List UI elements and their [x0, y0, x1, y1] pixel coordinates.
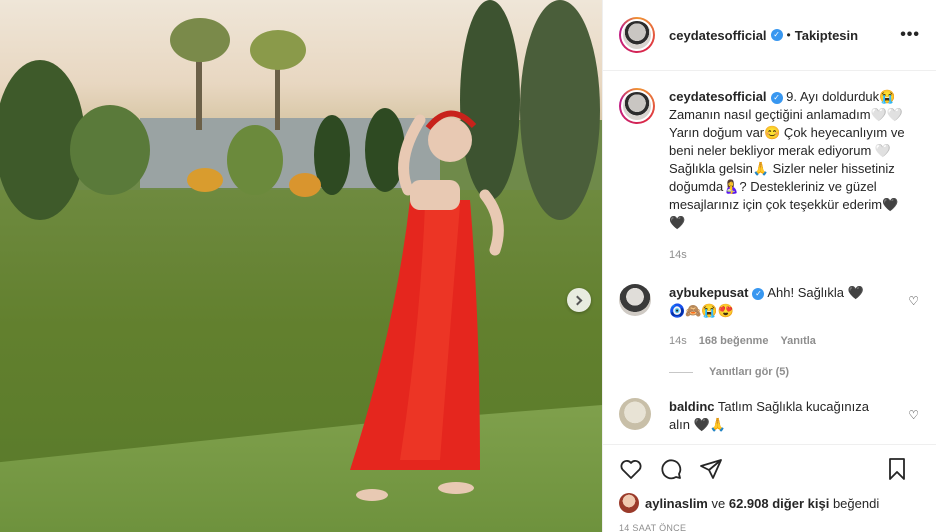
likes-count[interactable]: 62.908 diğer kişi [729, 496, 829, 511]
view-replies-label: Yanıtları gör (5) [709, 366, 790, 378]
caption-text-block: ceydatesofficial ✓ 9. Ayı doldurduk😭 Zama… [669, 88, 909, 264]
action-icons [619, 445, 921, 493]
comment-meta: 14s 168 beğenme Yanıtla [669, 332, 889, 350]
more-options-icon[interactable]: ••• [900, 26, 920, 44]
comment-bubble-icon[interactable] [659, 457, 683, 481]
likes-suffix: beğendi [832, 495, 880, 511]
liker-avatar[interactable] [619, 493, 639, 513]
comment-body: baldinc Tatlım Sağlıkla kucağınıza alın … [669, 398, 889, 434]
like-heart-icon[interactable] [619, 457, 643, 481]
post-photo[interactable] [0, 0, 602, 532]
caption-username[interactable]: ceydatesofficial [669, 89, 767, 104]
post-actions: aylinaslim ve 62.908 diğer kişi beğendi … [603, 444, 936, 532]
post-sidebar: ceydatesofficial ✓ • Takiptesin ••• ceyd… [602, 0, 936, 532]
reply-button[interactable]: Yanıtla [780, 332, 815, 350]
caption-avatar[interactable] [619, 88, 655, 124]
comment-text: Ahh! Sağlıkla 🖤 [767, 285, 864, 300]
chevron-right-icon [572, 295, 583, 305]
share-send-icon[interactable] [699, 457, 723, 481]
commenter-avatar[interactable] [619, 284, 651, 316]
caption-text: 9. Ayı doldurduk😭 Zamanın nasıl geçtiğin… [669, 89, 905, 230]
view-replies-button[interactable]: Yanıtları gör (5) [669, 366, 921, 378]
post-timestamp[interactable]: 14 SAAT ÖNCE [619, 523, 921, 532]
comments-list[interactable]: ceydatesofficial ✓ 9. Ayı doldurduk😭 Zama… [603, 72, 936, 444]
comment-likes[interactable]: 168 beğenme [699, 332, 769, 350]
comment-body: aybukepusat ✓ Ahh! Sağlıkla 🖤 🧿🙈😭😍 14s 16… [669, 284, 889, 350]
commenter-username[interactable]: aybukepusat [669, 285, 748, 300]
caption-time[interactable]: 14s [669, 246, 909, 264]
comment-like-heart-icon[interactable]: ♡ [908, 408, 919, 422]
comment-like-heart-icon[interactable]: ♡ [908, 294, 919, 308]
comment-text-line2: 🧿🙈😭😍 [669, 303, 734, 318]
bookmark-icon[interactable] [885, 457, 909, 481]
author-username[interactable]: ceydatesofficial [669, 28, 767, 43]
follow-status-button[interactable]: Takiptesin [795, 28, 858, 43]
next-photo-button[interactable] [567, 288, 591, 312]
verified-badge-icon: ✓ [770, 29, 783, 41]
verified-badge-icon: ✓ [770, 91, 783, 104]
comment-time[interactable]: 14s [669, 332, 687, 350]
likes-and: ve [711, 495, 726, 511]
first-liker-username[interactable]: aylinaslim [645, 496, 708, 511]
post-header: ceydatesofficial ✓ • Takiptesin ••• [603, 0, 936, 71]
comment-item: aybukepusat ✓ Ahh! Sağlıkla 🖤 🧿🙈😭😍 14s 16… [619, 284, 921, 350]
replies-divider [669, 371, 693, 373]
commenter-avatar[interactable] [619, 398, 651, 430]
caption: ceydatesofficial ✓ 9. Ayı doldurduk😭 Zama… [619, 88, 921, 264]
photo-scene [0, 0, 600, 501]
author-avatar[interactable] [619, 17, 655, 53]
likes-summary: aylinaslim ve 62.908 diğer kişi beğendi [619, 493, 921, 513]
separator-dot: • [786, 28, 791, 42]
comment-item: baldinc Tatlım Sağlıkla kucağınıza alın … [619, 398, 921, 434]
verified-badge-icon: ✓ [752, 287, 765, 300]
commenter-username[interactable]: baldinc [669, 399, 715, 414]
